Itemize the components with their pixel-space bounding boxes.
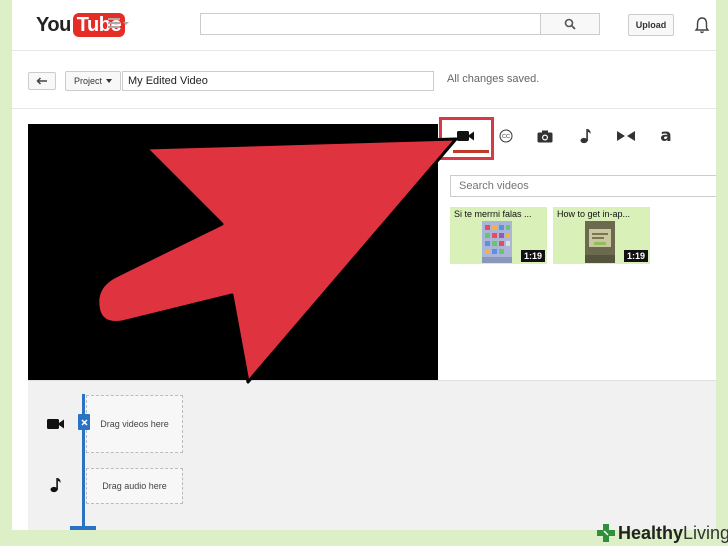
back-icon [36,77,47,85]
project-dropdown[interactable]: Project [65,71,121,91]
video-camera-icon [47,419,64,429]
photo-camera-icon [537,130,553,142]
app-frame: You Tube Upload Project My Edited Video … [12,0,716,530]
watermark-light: Living [683,522,728,543]
transitions-icon [617,131,635,141]
project-label: Project [73,76,102,86]
bell-icon[interactable] [694,16,710,34]
tab-photos[interactable] [528,120,562,152]
text-icon: a [660,128,671,144]
playhead-handle[interactable] [78,414,90,430]
instruction-arrow [96,137,458,384]
video-title-field[interactable] [122,71,434,91]
tab-captions[interactable]: CC [489,120,523,152]
upload-button[interactable]: Upload [628,14,674,36]
healthy-living-watermark: HealthyLiving [596,520,728,546]
guide-menu-icon[interactable] [108,18,129,32]
svg-text:CC: CC [502,134,510,140]
logo-you: You [36,13,71,36]
search-icon [564,18,576,30]
search-input[interactable] [200,13,540,35]
thumbnail-image [585,221,615,263]
video-drop-label: Drag videos here [100,419,169,429]
close-icon [80,418,88,426]
save-status: All changes saved. [447,73,540,85]
video-thumbnail[interactable]: How to get in-ap... 1:19 [553,207,650,264]
thumbnail-title: How to get in-ap... [557,209,631,219]
music-note-icon [580,129,591,144]
music-note-icon [50,478,61,493]
audio-drop-zone[interactable]: Drag audio here [86,468,183,504]
thumbnail-duration: 1:19 [623,250,648,262]
back-button[interactable] [28,72,56,90]
playhead-foot [70,526,96,530]
chevron-down-icon [106,79,112,83]
tab-audio[interactable] [569,120,603,152]
watermark-bold: Healthy [618,522,684,543]
editor-toolbar: Project All changes saved. [12,60,716,109]
masthead: You Tube Upload [12,0,716,51]
svg-text:a: a [660,128,671,144]
thumbnail-duration: 1:19 [520,250,545,262]
video-search-input[interactable] [450,175,716,197]
video-drop-zone[interactable]: Drag videos here [86,395,183,453]
audio-drop-label: Drag audio here [102,481,167,491]
thumbnail-image [482,221,512,263]
search-button[interactable] [540,13,600,35]
tab-transitions[interactable] [609,120,643,152]
tab-text[interactable]: a [649,120,683,152]
closed-captions-icon: CC [499,129,513,143]
healthy-living-cross-icon [597,524,615,542]
